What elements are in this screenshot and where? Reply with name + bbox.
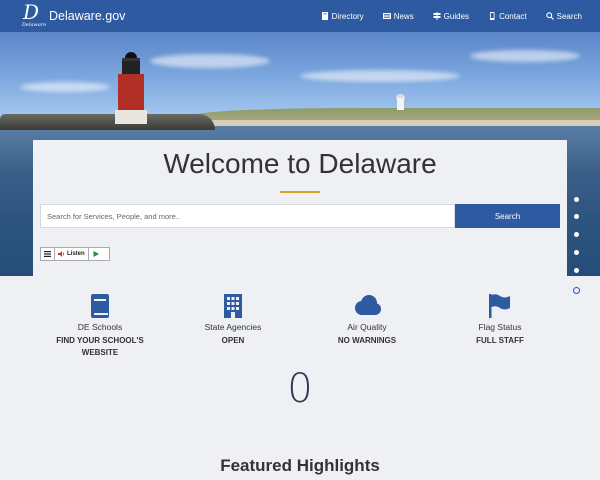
nav-directory[interactable]: Directory [321,12,364,21]
cloud-shape [20,82,110,92]
site-logo[interactable]: D Delaware Delaware.gov [22,0,125,29]
nav-contact[interactable]: Contact [488,12,527,21]
phone-icon [490,12,495,20]
info-label: Air Quality [347,322,387,332]
slide-dot[interactable] [574,268,579,273]
cloud-shape [470,50,580,62]
counter-value: 0 [287,366,313,412]
beach-sand [200,120,600,126]
book-icon [91,294,109,318]
search-icon [545,12,554,20]
info-label: State Agencies [204,322,262,332]
page-title: Welcome to Delaware [163,148,437,179]
nav-label: Contact [499,11,527,21]
book-icon [321,12,328,20]
listen-button[interactable]: Listen [55,248,89,260]
breakwater-rocks [0,114,215,130]
slide-dot-active[interactable] [573,287,580,294]
info-air-quality[interactable]: Air Quality NO WARNINGS [297,294,437,347]
logo-letter: D [23,0,40,24]
info-value: FULL STAFF [476,336,524,345]
delaware-seal-icon: D Delaware [22,0,47,29]
speaker-icon [58,251,65,257]
slide-dot[interactable] [574,232,579,237]
menu-icon [44,251,51,257]
cloud-shape [150,54,270,68]
building-icon [224,294,242,318]
info-state-agencies[interactable]: State Agencies OPEN [163,294,303,347]
welcome-panel: Welcome to Delaware Search Listen [33,140,567,276]
slide-dot[interactable] [574,250,579,255]
listen-widget: Listen [40,247,110,261]
info-value: OPEN [221,336,245,345]
nav-label: Search [556,11,582,21]
lighthouse-base [115,110,147,124]
nav-news[interactable]: News [382,11,414,21]
distant-lighthouse [397,98,404,110]
play-button[interactable] [89,251,103,257]
cloud-shape [300,70,460,82]
site-name[interactable]: Delaware.gov [49,9,125,23]
slide-dot[interactable] [574,197,579,202]
nav-guides[interactable]: Guides [433,12,469,21]
title-underline [280,191,320,193]
lighthouse-lantern [122,58,140,74]
search-button[interactable]: Search [455,204,560,228]
newspaper-icon [382,13,391,19]
top-navbar: D Delaware Delaware.gov Directory News G… [0,0,600,32]
cloud-icon [355,295,381,315]
logo-subtext: Delaware [22,22,47,28]
nav-search[interactable]: Search [545,11,582,21]
info-value: NO WARNINGS [337,336,397,345]
search-input[interactable] [40,204,455,228]
listen-label: Listen [67,251,85,257]
listen-menu-button[interactable] [41,248,55,260]
info-label: DE Schools [77,322,123,332]
play-icon [93,251,99,257]
main-nav: Directory News Guides Contact Search [302,0,582,32]
info-flag-status[interactable]: Flag Status FULL STAFF [430,294,570,347]
nav-label: News [393,11,414,21]
nav-label: Guides [443,11,470,21]
info-value: FIND YOUR SCHOOL'S WEBSITE [56,336,144,357]
flag-icon [489,294,510,318]
slide-dot[interactable] [574,214,579,219]
signpost-icon [433,12,441,20]
info-label: Flag Status [478,322,522,332]
nav-label: Directory [331,11,364,21]
featured-highlights-heading: Featured Highlights [220,456,380,475]
info-de-schools[interactable]: DE Schools FIND YOUR SCHOOL'S WEBSITE [30,294,170,359]
